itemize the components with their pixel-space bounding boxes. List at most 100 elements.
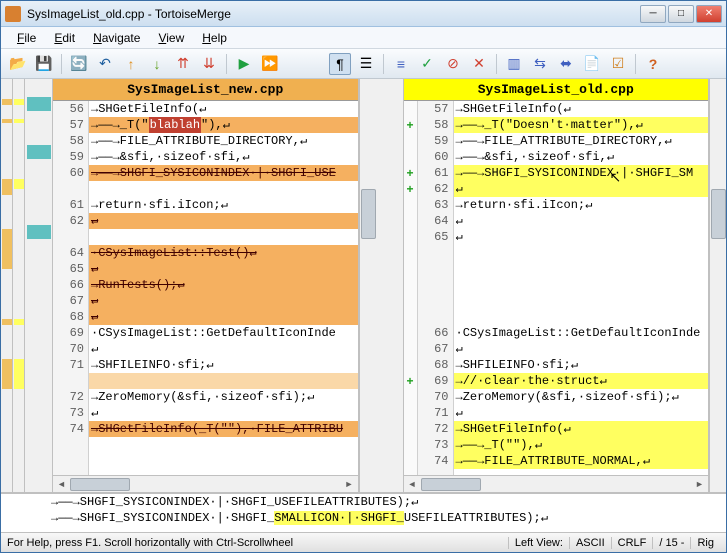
code-line[interactable]: →——→SHGFI_SYSICONINDEX·|·SHGFI_USE: [89, 165, 358, 181]
prev-conflict-button[interactable]: ⇈: [172, 53, 194, 75]
code-line[interactable]: ↵: [454, 341, 709, 357]
undo-button[interactable]: ↶: [94, 53, 116, 75]
code-line[interactable]: →——→SHGFI_SYSICONINDEX·|·SHGFI_SM: [454, 165, 709, 181]
code-line[interactable]: →RunTests();↵: [89, 277, 358, 293]
line-number: 70: [53, 341, 84, 357]
scroll-thumb[interactable]: [361, 189, 376, 239]
code-line[interactable]: ↵: [89, 261, 358, 277]
collapse-button[interactable]: ⬌: [555, 53, 577, 75]
code-line[interactable]: ·CSysImageList::GetDefaultIconInde: [89, 325, 358, 341]
right-code[interactable]: →SHGetFileInfo(↵→——→_T("Doesn't·matter")…: [454, 101, 709, 475]
code-line[interactable]: ↵: [454, 213, 709, 229]
code-line[interactable]: →——→FILE_ATTRIBUTE_DIRECTORY,↵: [454, 133, 709, 149]
use-theirs-button[interactable]: ✓: [416, 53, 438, 75]
next-inline-button[interactable]: ▶: [233, 53, 255, 75]
code-line[interactable]: →//·clear·the·struct↵: [454, 373, 709, 389]
open-button[interactable]: 📂: [7, 53, 29, 75]
left-pane-body[interactable]: 565758596061626465666768697071727374 →SH…: [53, 101, 358, 475]
titlebar[interactable]: SysImageList_old.cpp - TortoiseMerge ─ □…: [1, 1, 726, 27]
scroll-left-icon[interactable]: ◄: [404, 477, 421, 492]
code-line[interactable]: ↵: [454, 405, 709, 421]
prev-diff-button[interactable]: ↑: [120, 53, 142, 75]
maximize-button[interactable]: □: [668, 5, 694, 23]
lines-button[interactable]: ≡: [390, 53, 412, 75]
line-number: [53, 181, 84, 197]
right-vscroll[interactable]: [709, 79, 726, 492]
code-line[interactable]: →return·sfi.iIcon;↵: [89, 197, 358, 213]
code-line[interactable]: →SHGetFileInfo(↵: [454, 101, 709, 117]
code-line[interactable]: →SHFILEINFO·sfi;↵: [454, 357, 709, 373]
left-vscroll[interactable]: [359, 79, 376, 492]
code-line[interactable]: ↵: [89, 293, 358, 309]
inline-button[interactable]: ☰: [355, 53, 377, 75]
code-line[interactable]: [454, 245, 709, 261]
scroll-left-icon[interactable]: ◄: [53, 477, 70, 492]
scroll-right-icon[interactable]: ►: [691, 477, 708, 492]
code-line[interactable]: ↵: [89, 309, 358, 325]
reject-button[interactable]: ⊘: [442, 53, 464, 75]
code-line[interactable]: ↵: [89, 405, 358, 421]
switch-button[interactable]: ⇆: [529, 53, 551, 75]
reject2-button[interactable]: ✕: [468, 53, 490, 75]
mark-resolved-button[interactable]: ☑: [607, 53, 629, 75]
code-line[interactable]: →SHGetFileInfo(↵: [89, 101, 358, 117]
scroll-right-icon[interactable]: ►: [341, 477, 358, 492]
scroll-thumb[interactable]: [711, 189, 726, 239]
right-indicators: ++++: [404, 101, 418, 475]
code-line[interactable]: →SHFILEINFO·sfi;↵: [89, 357, 358, 373]
left-hscroll[interactable]: ◄ ►: [53, 475, 358, 492]
code-line[interactable]: ↵: [454, 229, 709, 245]
scroll-thumb[interactable]: [70, 478, 130, 491]
code-line[interactable]: [89, 373, 358, 389]
code-line[interactable]: →——→_T("blablah"),↵: [89, 117, 358, 133]
scroll-thumb[interactable]: [421, 478, 481, 491]
code-line[interactable]: →——→&sfi,·sizeof·sfi,↵: [454, 149, 709, 165]
minimize-button[interactable]: ─: [640, 5, 666, 23]
code-line[interactable]: [454, 293, 709, 309]
code-line[interactable]: →——→FILE_ATTRIBUTE_DIRECTORY,↵: [89, 133, 358, 149]
left-code[interactable]: →SHGetFileInfo(↵→——→_T("blablah"),↵→——→F…: [89, 101, 358, 475]
code-line[interactable]: [454, 309, 709, 325]
line-number: 59: [53, 149, 84, 165]
code-line[interactable]: →——→&sfi,·sizeof·sfi,↵: [89, 149, 358, 165]
line-number: 56: [53, 101, 84, 117]
code-line[interactable]: ·CSysImageList::GetDefaultIconInde: [454, 325, 709, 341]
code-line[interactable]: →return·sfi.iIcon;↵: [454, 197, 709, 213]
code-line[interactable]: [89, 229, 358, 245]
code-line[interactable]: →——→FILE_ATTRIBUTE_NORMAL,↵: [454, 453, 709, 469]
code-line[interactable]: →——→_T("Doesn't·matter"),↵: [454, 117, 709, 133]
help-button[interactable]: ?: [642, 53, 664, 75]
line-number: 69: [418, 373, 449, 389]
code-line[interactable]: ·CSysImageList::Test()↵: [89, 245, 358, 261]
code-line[interactable]: →SHGetFileInfo(↵: [454, 421, 709, 437]
code-line[interactable]: →ZeroMemory(&sfi,·sizeof·sfi);↵: [89, 389, 358, 405]
code-line[interactable]: ↵: [89, 213, 358, 229]
reload-button[interactable]: 🔄: [68, 53, 90, 75]
close-button[interactable]: ✕: [696, 5, 722, 23]
right-hscroll[interactable]: ◄ ►: [404, 475, 709, 492]
menu-file[interactable]: File: [9, 29, 44, 47]
next-diff-button[interactable]: ↓: [146, 53, 168, 75]
code-line[interactable]: [454, 261, 709, 277]
locator-bar-left[interactable]: [13, 79, 25, 492]
twopane-button[interactable]: ▥: [503, 53, 525, 75]
code-line[interactable]: →——→_T(""),↵: [454, 437, 709, 453]
menu-edit[interactable]: Edit: [46, 29, 83, 47]
right-pane-body[interactable]: ++++ 57585960616263646566676869707172737…: [404, 101, 709, 475]
code-line[interactable]: →ZeroMemory(&sfi,·sizeof·sfi);↵: [454, 389, 709, 405]
locator-bar-far-left[interactable]: [1, 79, 13, 492]
code-line[interactable]: [89, 181, 358, 197]
save-button[interactable]: 💾: [33, 53, 55, 75]
code-line[interactable]: →SHGetFileInfo(_T(""),·FILE_ATTRIBU: [89, 421, 358, 437]
code-line[interactable]: [454, 277, 709, 293]
next-inline2-button[interactable]: ⏩: [259, 53, 281, 75]
menu-navigate[interactable]: Navigate: [85, 29, 148, 47]
code-line[interactable]: ↵: [89, 341, 358, 357]
menu-view[interactable]: View: [150, 29, 192, 47]
code-line[interactable]: ↵: [454, 181, 709, 197]
compare-ws-button[interactable]: 📄: [581, 53, 603, 75]
whitespace-button[interactable]: ¶: [329, 53, 351, 75]
bottom-pane[interactable]: →——→SHGFI_SYSICONINDEX·|·SHGFI_USEFILEAT…: [1, 492, 726, 532]
next-conflict-button[interactable]: ⇊: [198, 53, 220, 75]
menu-help[interactable]: Help: [194, 29, 235, 47]
